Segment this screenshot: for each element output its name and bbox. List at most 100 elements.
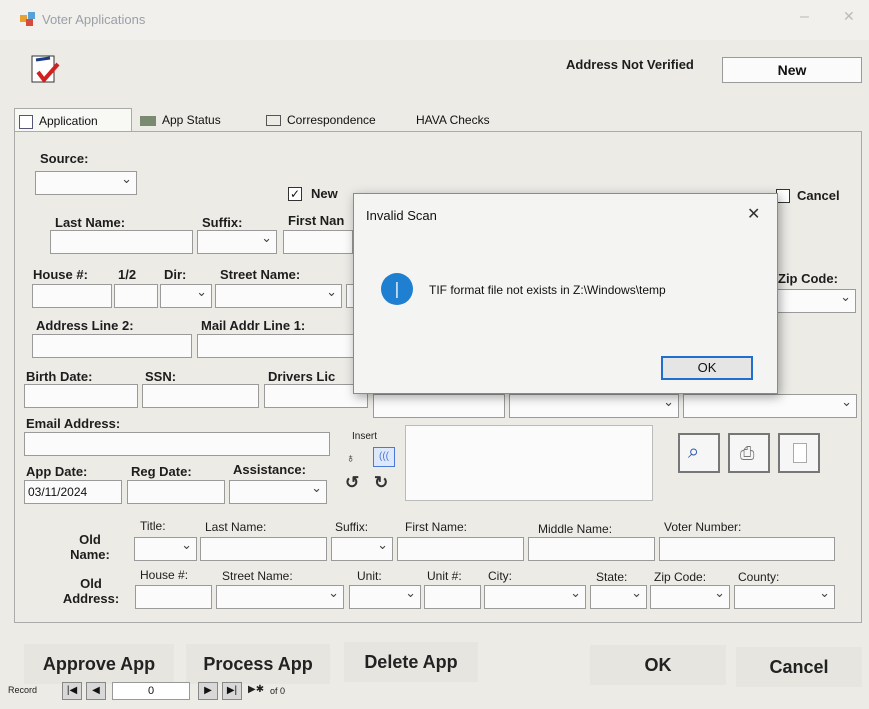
old-city-label: City: xyxy=(488,569,512,583)
source-label: Source: xyxy=(40,151,89,166)
old-last-name-field[interactable] xyxy=(200,537,327,561)
old-unit-no-label: Unit #: xyxy=(427,569,462,583)
tab-correspondence[interactable]: Correspondence xyxy=(262,108,380,132)
old-zip-code-label: Zip Code: xyxy=(654,570,707,584)
process-app-button[interactable]: Process App xyxy=(186,644,330,684)
print-button[interactable]: ⎙ xyxy=(728,433,770,473)
half-field[interactable] xyxy=(114,284,158,308)
house-number-field[interactable] xyxy=(32,284,112,308)
reg-date-field[interactable] xyxy=(127,480,225,504)
ok-button[interactable]: OK xyxy=(590,645,726,685)
address-status-label: Address Not Verified xyxy=(566,57,694,72)
trash-icon[interactable]: ♁ xyxy=(346,451,355,465)
old-unit-dropdown[interactable] xyxy=(349,585,421,609)
suffix-dropdown[interactable] xyxy=(197,230,277,254)
mail-addr-line-1-field[interactable] xyxy=(197,334,355,358)
prev-record-button[interactable]: ◀ xyxy=(86,682,106,700)
minimize-button[interactable]: – xyxy=(800,8,809,26)
insert-label: Insert xyxy=(352,431,378,442)
mid-dropdown-2[interactable] xyxy=(683,394,857,418)
last-name-label: Last Name: xyxy=(55,215,126,230)
first-name-label: First Nan xyxy=(288,213,345,228)
old-voter-number-label: Voter Number: xyxy=(664,520,742,534)
old-unit-label: Unit: xyxy=(357,569,382,583)
address-line-2-label: Address Line 2: xyxy=(36,318,134,333)
printer-icon: ⎙ xyxy=(740,443,755,463)
birth-date-label: Birth Date: xyxy=(26,369,93,384)
next-record-button[interactable]: ▶ xyxy=(198,682,218,700)
app-date-field[interactable]: 03/11/2024 xyxy=(24,480,122,504)
title-bar: Voter Applications – ✕ xyxy=(0,0,869,40)
invalid-scan-dialog: Invalid Scan ✕ | TIF format file not exi… xyxy=(353,193,778,394)
cancel-button[interactable]: Cancel xyxy=(736,647,862,687)
chart-icon xyxy=(140,115,156,126)
old-house-field[interactable] xyxy=(135,585,212,609)
mid-dropdown-1[interactable] xyxy=(509,394,679,418)
scan-button[interactable]: ⌕ xyxy=(678,433,720,473)
new-record-button[interactable]: ▶✱ xyxy=(248,684,264,695)
app-icon xyxy=(20,12,36,26)
tab-application[interactable]: Application xyxy=(14,108,132,132)
street-name-label: Street Name: xyxy=(220,267,301,282)
dialog-ok-button[interactable]: OK xyxy=(661,356,753,380)
first-record-button[interactable]: |◀ xyxy=(62,682,82,700)
undo-icon[interactable]: ↺ xyxy=(345,473,359,493)
old-title-dropdown[interactable] xyxy=(134,537,197,561)
old-county-dropdown[interactable] xyxy=(734,585,835,609)
birth-date-field[interactable] xyxy=(24,384,138,408)
dialog-message: TIF format file not exists in Z:\Windows… xyxy=(429,283,666,297)
first-name-field[interactable] xyxy=(283,230,353,254)
ssn-field[interactable] xyxy=(142,384,259,408)
old-suffix-label: Suffix: xyxy=(335,520,369,534)
cancel-checkbox[interactable] xyxy=(776,189,790,203)
document-view-button[interactable] xyxy=(778,433,820,473)
close-window-button[interactable]: ✕ xyxy=(843,8,855,25)
new-checkbox-label: New xyxy=(311,186,338,201)
mid-field[interactable] xyxy=(373,394,505,418)
delete-app-button[interactable]: Delete App xyxy=(344,642,478,682)
dir-label: Dir: xyxy=(164,267,187,282)
email-address-field[interactable] xyxy=(24,432,330,456)
dir-dropdown[interactable] xyxy=(160,284,212,308)
last-name-field[interactable] xyxy=(50,230,193,254)
old-first-name-field[interactable] xyxy=(397,537,524,561)
old-voter-number-field[interactable] xyxy=(659,537,835,561)
street-name-dropdown[interactable] xyxy=(215,284,342,308)
window-title: Voter Applications xyxy=(42,12,146,27)
envelope-icon xyxy=(266,115,281,127)
dialog-close-button[interactable]: ✕ xyxy=(747,204,760,224)
old-state-label: State: xyxy=(596,570,628,584)
zip-code-dropdown[interactable] xyxy=(776,289,856,313)
tab-app-status[interactable]: App Status xyxy=(136,108,225,132)
record-label: Record xyxy=(8,685,38,695)
old-street-name-dropdown[interactable] xyxy=(216,585,344,609)
cancel-checkbox-label: Cancel xyxy=(797,188,840,203)
record-number-field[interactable]: 0 xyxy=(112,682,190,700)
blank-document-icon xyxy=(793,443,807,463)
signature-insert-icon[interactable]: ((( xyxy=(373,447,395,467)
source-dropdown[interactable] xyxy=(35,171,137,195)
assistance-dropdown[interactable] xyxy=(229,480,327,504)
address-line-2-field[interactable] xyxy=(32,334,192,358)
old-middle-name-field[interactable] xyxy=(528,537,655,561)
reg-date-label: Reg Date: xyxy=(131,464,192,479)
scan-search-icon: ⌕ xyxy=(688,441,700,463)
old-middle-name-label: Middle Name: xyxy=(538,522,613,536)
app-date-label: App Date: xyxy=(26,464,88,479)
signature-area[interactable] xyxy=(405,425,653,501)
old-unit-no-field[interactable] xyxy=(424,585,481,609)
approve-app-button[interactable]: Approve App xyxy=(24,644,174,684)
last-record-button[interactable]: ▶| xyxy=(222,682,242,700)
tab-hava-checks[interactable]: HAVA Checks xyxy=(412,108,494,132)
old-zip-code-dropdown[interactable] xyxy=(650,585,730,609)
drivers-lic-label: Drivers Lic xyxy=(268,369,336,384)
old-city-dropdown[interactable] xyxy=(484,585,586,609)
zip-code-label: Zip Code: xyxy=(778,271,838,286)
new-checkbox[interactable]: ✓ xyxy=(288,187,302,201)
document-icon xyxy=(19,114,33,129)
ssn-label: SSN: xyxy=(145,369,177,384)
old-last-name-label: Last Name: xyxy=(205,520,267,534)
redo-icon[interactable]: ↻ xyxy=(374,473,388,493)
old-state-dropdown[interactable] xyxy=(590,585,647,609)
old-suffix-dropdown[interactable] xyxy=(331,537,393,561)
